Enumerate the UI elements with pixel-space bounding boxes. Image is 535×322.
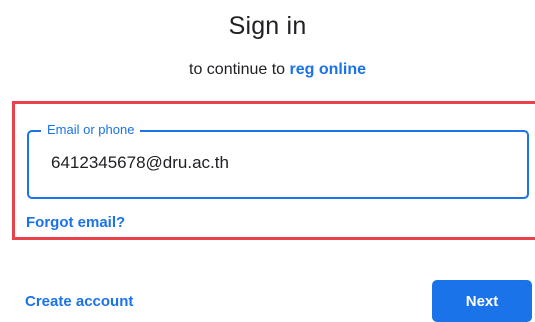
subtitle-prefix: to continue to xyxy=(189,61,286,78)
email-input[interactable] xyxy=(51,153,511,173)
page-subtitle: to continue to reg online xyxy=(0,61,535,79)
email-field-label: Email or phone xyxy=(41,122,141,138)
next-button[interactable]: Next xyxy=(432,280,532,322)
sign-in-page: Sign in to continue to reg online Email … xyxy=(0,0,535,322)
email-field[interactable]: Email or phone xyxy=(27,122,529,199)
create-account-link[interactable]: Create account xyxy=(25,293,133,310)
app-name-link[interactable]: reg online xyxy=(290,61,366,78)
page-title: Sign in xyxy=(228,12,307,40)
forgot-email-link[interactable]: Forgot email? xyxy=(26,214,125,231)
